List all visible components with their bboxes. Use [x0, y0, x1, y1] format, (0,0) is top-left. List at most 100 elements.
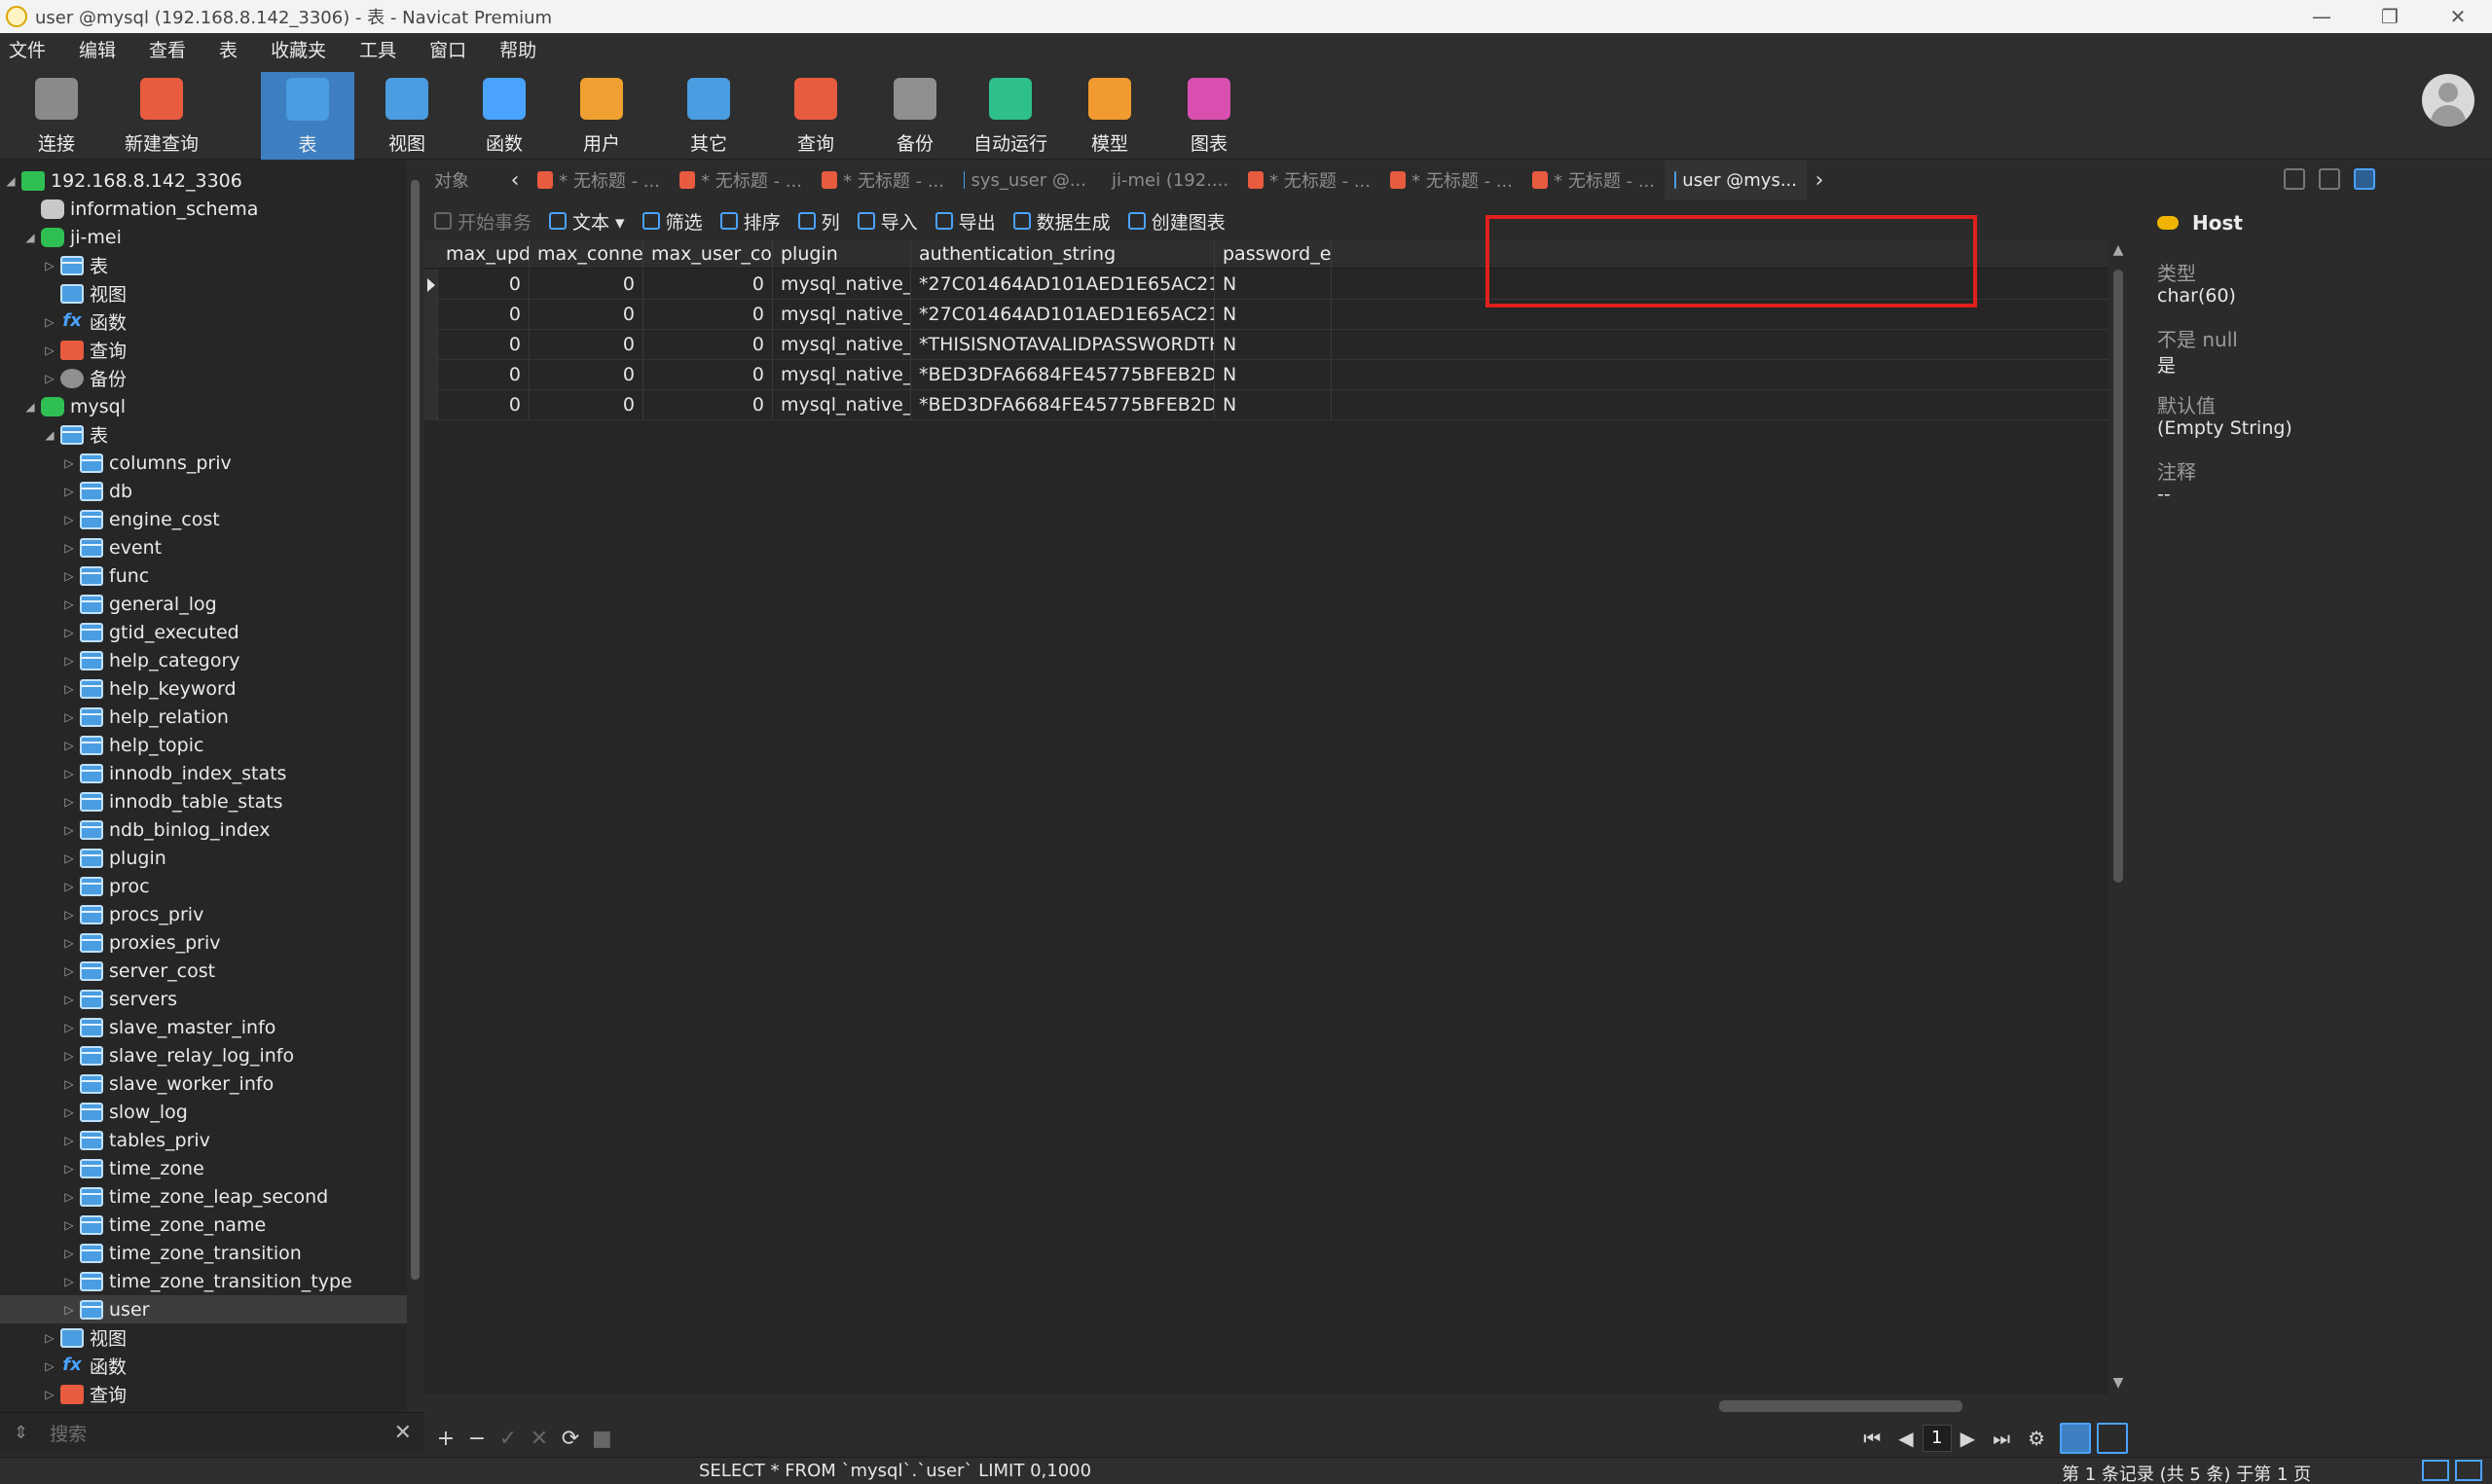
tree-item-[interactable]: ▷ fx 函数 [0, 1352, 407, 1380]
toolbar-new-query-button[interactable]: 新建查询 [115, 72, 208, 156]
row-marker[interactable] [424, 390, 438, 420]
tree-item-information_schema[interactable]: information_schema [0, 195, 407, 223]
expand-toggle-icon[interactable]: ◢ [23, 400, 37, 414]
table-cell[interactable]: 0 [643, 300, 773, 330]
clear-search-icon[interactable]: ✕ [394, 1421, 412, 1445]
table-cell[interactable]: 0 [438, 390, 530, 420]
tree-item-ndb_binlog_index[interactable]: ▷ ndb_binlog_index [0, 815, 407, 844]
tab-2[interactable]: * 无标题 - ... [670, 161, 812, 199]
tree-item-tables_priv[interactable]: ▷ tables_priv [0, 1126, 407, 1154]
table-cell[interactable]: *27C01464AD101AED1E65AC21152499A396B4CF7… [911, 300, 1215, 330]
expand-toggle-icon[interactable]: ▷ [62, 626, 76, 639]
ddl-icon[interactable] [2319, 168, 2340, 190]
table-cell[interactable]: N [1215, 270, 1332, 300]
datatool-button-2[interactable]: 筛选 [641, 208, 703, 235]
grid-vertical-scrollbar[interactable]: ▲ ▼ [2108, 240, 2128, 1394]
datatool-button-4[interactable]: 列 [797, 208, 840, 235]
expand-toggle-icon[interactable]: ▷ [62, 682, 76, 696]
close-button[interactable]: ✕ [2424, 0, 2492, 33]
tree-item-server_cost[interactable]: ▷ server_cost [0, 957, 407, 985]
table-cell[interactable]: N [1215, 300, 1332, 330]
tree-item-gtid_executed[interactable]: ▷ gtid_executed [0, 618, 407, 646]
expand-toggle-icon[interactable]: ▷ [62, 1105, 76, 1119]
tree-item-proxies_priv[interactable]: ▷ proxies_priv [0, 928, 407, 957]
expand-toggle-icon[interactable]: ▷ [62, 541, 76, 555]
expand-toggle-icon[interactable]: ◢ [43, 428, 56, 442]
scroll-down-icon[interactable]: ▼ [2108, 1375, 2128, 1391]
expand-toggle-icon[interactable]: ▷ [43, 1388, 56, 1401]
tab-7[interactable]: * 无标题 - ... [1380, 161, 1522, 199]
tree-item-mysql[interactable]: ◢ mysql [0, 392, 407, 420]
tab-9[interactable]: user @mys... [1665, 161, 1807, 199]
tree-item-[interactable]: 视图 [0, 279, 407, 308]
table-cell[interactable]: 0 [438, 300, 530, 330]
expand-toggle-icon[interactable]: ▷ [62, 654, 76, 668]
column-header-authentication_string[interactable]: authentication_string [911, 240, 1215, 269]
toggle-left-panel-button[interactable] [2422, 1460, 2449, 1481]
menu-view[interactable]: 查看 [140, 36, 197, 62]
prev-page-button[interactable]: ◀ [1898, 1427, 1913, 1450]
expand-toggle-icon[interactable]: ▷ [62, 851, 76, 865]
toolbar-function-button[interactable]: 函数 [458, 72, 551, 156]
menu-file[interactable]: 文件 [0, 36, 56, 62]
expand-toggle-icon[interactable]: ▷ [62, 1134, 76, 1147]
toolbar-user-button[interactable]: 用户 [555, 72, 648, 156]
tree-item-help_topic[interactable]: ▷ help_topic [0, 731, 407, 759]
table-row[interactable]: 000mysql_native_password*BED3DFA6684FE45… [424, 360, 2108, 390]
settings-icon[interactable]: ⚙ [2028, 1427, 2045, 1450]
toolbar-backup-button[interactable]: 备份 [868, 72, 962, 156]
column-header-max_connections[interactable]: max_connections [530, 240, 643, 269]
row-marker[interactable] [424, 360, 438, 390]
minimize-button[interactable]: — [2288, 0, 2356, 33]
table-cell[interactable]: mysql_native_password [773, 390, 911, 420]
column-header-password_e[interactable]: password_e [1215, 240, 1332, 269]
table-cell[interactable]: mysql_native_password [773, 330, 911, 360]
column-header-max_updates[interactable]: max_updates [438, 240, 530, 269]
menu-help[interactable]: 帮助 [491, 36, 547, 62]
expand-toggle-icon[interactable]: ▷ [62, 1049, 76, 1063]
tree-item-columns_priv[interactable]: ▷ columns_priv [0, 449, 407, 477]
tree-item-time_zone_transition_type[interactable]: ▷ time_zone_transition_type [0, 1267, 407, 1295]
tab-5[interactable]: ji-mei (192.... [1096, 161, 1238, 199]
tree-item-help_category[interactable]: ▷ help_category [0, 646, 407, 674]
grid-horizontal-scrollbar[interactable] [424, 1396, 2108, 1416]
grid-hscroll-thumb[interactable] [1719, 1400, 1962, 1412]
search-input[interactable]: 搜索 [50, 1420, 87, 1446]
tree-item-[interactable]: ▷ 视图 [0, 1323, 407, 1352]
expand-toggle-icon[interactable]: ▷ [62, 1077, 76, 1091]
table-cell[interactable]: 0 [643, 270, 773, 300]
tab-scroll-left-icon[interactable]: ‹ [502, 161, 528, 199]
tree-item-help_keyword[interactable]: ▷ help_keyword [0, 674, 407, 703]
tree-item-slave_relay_log_info[interactable]: ▷ slave_relay_log_info [0, 1041, 407, 1069]
tree-item-1921688142_3306[interactable]: ◢ 192.168.8.142_3306 [0, 166, 407, 195]
datatool-button-5[interactable]: 导入 [857, 208, 918, 235]
tab-8[interactable]: * 无标题 - ... [1522, 161, 1665, 199]
restore-button[interactable]: ❐ [2356, 0, 2424, 33]
tree-scroll-thumb[interactable] [411, 180, 420, 1280]
table-cell[interactable]: *27C01464AD101AED1E65AC21152499A396B4CF7… [911, 270, 1215, 300]
expand-toggle-icon[interactable]: ▷ [62, 1021, 76, 1034]
add-record-button[interactable]: + [436, 1427, 456, 1451]
toolbar-chart-button[interactable]: 图表 [1162, 72, 1256, 156]
expand-toggle-icon[interactable]: ▷ [62, 739, 76, 752]
tree-item-time_zone_leap_second[interactable]: ▷ time_zone_leap_second [0, 1182, 407, 1211]
expand-toggle-icon[interactable]: ▷ [62, 456, 76, 470]
table-cell[interactable]: 0 [643, 330, 773, 360]
tree-item-[interactable]: ▷ 查询 [0, 1380, 407, 1408]
expand-toggle-icon[interactable]: ▷ [43, 1359, 56, 1373]
toolbar-table-button[interactable]: 表 [261, 72, 354, 160]
table-cell[interactable]: 0 [530, 300, 643, 330]
tree-item-innodb_table_stats[interactable]: ▷ innodb_table_stats [0, 787, 407, 815]
tree-item-event[interactable]: ▷ event [0, 533, 407, 561]
table-cell[interactable]: 0 [643, 360, 773, 390]
expand-toggle-icon[interactable]: ▷ [62, 908, 76, 922]
table-cell[interactable]: N [1215, 390, 1332, 420]
tab-4[interactable]: sys_user @... [954, 161, 1096, 199]
tree-item-help_relation[interactable]: ▷ help_relation [0, 703, 407, 731]
table-cell[interactable]: 0 [438, 330, 530, 360]
stop-button[interactable]: ■ [592, 1427, 612, 1451]
grid-view-button[interactable] [2060, 1423, 2091, 1454]
tab-scroll-right-icon[interactable]: › [1807, 161, 1832, 199]
tree-item-engine_cost[interactable]: ▷ engine_cost [0, 505, 407, 533]
datatool-button-8[interactable]: 创建图表 [1127, 208, 1226, 235]
